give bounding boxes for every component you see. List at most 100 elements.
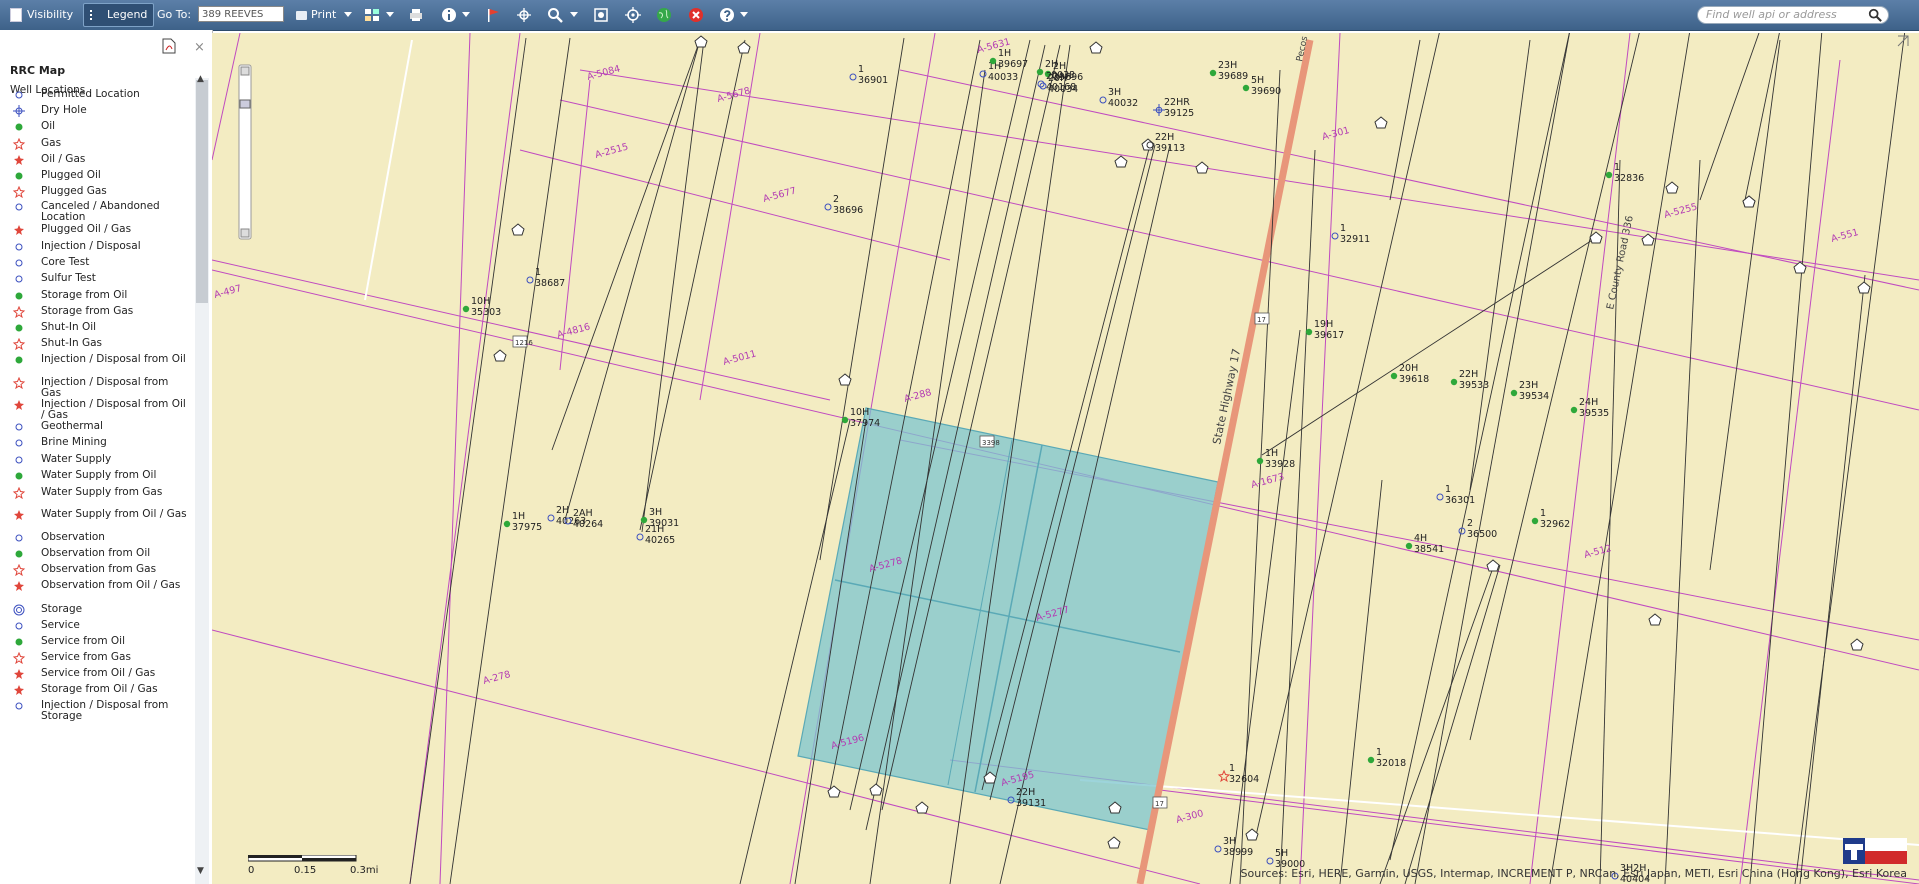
well-label: 20H — [1399, 363, 1418, 374]
dry-hole-icon — [12, 105, 26, 117]
basemap-dropdown-icon[interactable] — [386, 12, 394, 17]
well-label: 4H — [1414, 533, 1427, 544]
oil-well-icon[interactable] — [1531, 517, 1539, 525]
oil-well-icon[interactable] — [1510, 389, 1518, 397]
scale-label-end: 0.3mi — [350, 865, 378, 876]
printer-tool-icon[interactable] — [408, 7, 424, 23]
oil-well-icon[interactable] — [462, 305, 470, 313]
well-api: 39689 — [1218, 71, 1248, 82]
highway-shield-label: 17 — [1155, 800, 1164, 808]
search-input[interactable]: Find well api or address — [1697, 6, 1889, 24]
well-api: 38687 — [535, 278, 565, 289]
well-label: 22H — [1155, 132, 1174, 143]
legend-item-label: Injection / Disposal — [41, 240, 141, 252]
well-api: 32962 — [1540, 519, 1570, 530]
print-dropdown-icon[interactable] — [344, 12, 352, 17]
legend-item-label: Shut-In Gas — [41, 337, 103, 349]
legend-item-label: Water Supply from Oil / Gas — [41, 508, 187, 520]
legend-item-label: Plugged Gas — [41, 185, 107, 197]
legend-button[interactable]: Legend — [83, 3, 155, 27]
main-toolbar: Visibility Legend Go To: 389 REEVES Prin… — [0, 0, 1919, 31]
basemap-grid-icon[interactable] — [364, 7, 380, 23]
legend-item-label: Geothermal — [41, 420, 103, 432]
well-api: 40032 — [1108, 98, 1138, 109]
help-icon[interactable] — [719, 7, 735, 23]
well-api: 39113 — [1155, 143, 1185, 154]
print-button[interactable]: Print — [290, 4, 342, 26]
full-extent-icon[interactable] — [593, 7, 609, 23]
oil-well-icon[interactable] — [1605, 171, 1613, 179]
zoom-in-icon[interactable] — [240, 66, 250, 76]
plugged-well-icon[interactable] — [1146, 141, 1154, 149]
oil-well-icon[interactable] — [841, 416, 849, 424]
locate-target-icon[interactable] — [625, 7, 641, 23]
oil-well-icon[interactable] — [989, 57, 997, 65]
legend-item-label: Service from Oil — [41, 635, 126, 647]
well-label: 2H — [556, 505, 569, 516]
flag-icon[interactable] — [485, 7, 501, 23]
well-api: 39618 — [1399, 374, 1429, 385]
zoom-slider[interactable] — [238, 64, 252, 240]
oil-well-icon[interactable] — [1305, 328, 1313, 336]
well-api: 32911 — [1340, 234, 1370, 245]
legend-item-label: Service — [41, 619, 80, 631]
oil-well-icon[interactable] — [503, 520, 511, 528]
well-api: 39125 — [1164, 108, 1194, 119]
injection-oil-gas-icon — [12, 399, 26, 411]
oil-well-icon[interactable] — [1405, 542, 1413, 550]
crosshair-icon[interactable] — [516, 7, 532, 23]
search-icon[interactable] — [1868, 8, 1882, 22]
oil-well-icon[interactable] — [640, 516, 648, 524]
pdf-export-icon[interactable] — [162, 38, 176, 54]
observation-icon — [12, 532, 26, 544]
zoom-out-icon[interactable] — [240, 228, 250, 238]
legend-scrollbar[interactable] — [195, 78, 209, 884]
info-dropdown-icon[interactable] — [462, 12, 470, 17]
zoom-handle[interactable] — [239, 99, 251, 109]
zoom-icon[interactable] — [547, 7, 563, 23]
well-api: 32836 — [1614, 173, 1644, 184]
goto-input[interactable]: 389 REEVES — [198, 6, 284, 22]
zoom-dropdown-icon[interactable] — [570, 12, 578, 17]
scroll-down-icon[interactable]: ▼ — [197, 866, 204, 876]
goto-label: Go To: — [157, 8, 192, 21]
oil-well-icon[interactable] — [1242, 84, 1250, 92]
globe-icon[interactable] — [656, 7, 672, 23]
info-icon[interactable] — [441, 7, 457, 23]
map-canvas[interactable]: A-5084A-5678A-2515A-5677A-497A-4816A-501… — [212, 33, 1919, 884]
oil-well-icon[interactable] — [1036, 68, 1044, 76]
well-label: 1 — [1340, 223, 1346, 234]
legend-item-label: Service from Oil / Gas — [41, 667, 156, 679]
service-oil-gas-icon — [12, 668, 26, 680]
map-view[interactable]: A-5084 A-5678 A-2515 A-5677 A-497 A-4816 A-501… — [212, 33, 1919, 884]
oil-well-icon[interactable] — [1367, 756, 1375, 764]
well-label: 24H — [1579, 397, 1598, 408]
oil-well-icon[interactable] — [1390, 372, 1398, 380]
well-api: 38696 — [833, 205, 863, 216]
legend-item-label: Water Supply from Gas — [41, 486, 163, 498]
help-dropdown-icon[interactable] — [740, 12, 748, 17]
injection-oil-icon — [12, 354, 26, 366]
oil-well-icon[interactable] — [1209, 69, 1217, 77]
well-label: 1 — [535, 267, 541, 278]
well-label: 22HR — [1164, 97, 1190, 108]
oil-well-icon[interactable] — [1570, 406, 1578, 414]
scroll-up-icon[interactable]: ▲ — [197, 74, 204, 84]
oil-well-icon[interactable] — [1450, 378, 1458, 386]
visibility-button[interactable]: Visibility — [4, 4, 79, 26]
oil-well-icon[interactable] — [1256, 457, 1264, 465]
legend-list-icon — [90, 10, 102, 20]
injection-storage-icon — [12, 700, 26, 712]
well-api: 39617 — [1314, 330, 1344, 341]
legend-item-label: Gas — [41, 137, 62, 149]
legend-scroll-thumb[interactable] — [196, 80, 208, 303]
plugged-oil-icon — [12, 170, 26, 182]
legend-item-label: Observation from Gas — [41, 563, 157, 575]
legend-close-icon[interactable]: × — [194, 40, 205, 55]
clear-icon[interactable] — [688, 7, 704, 23]
well-api: 39697 — [998, 59, 1028, 70]
well-api: 40033 — [988, 72, 1018, 83]
well-api: 38999 — [1223, 847, 1253, 858]
well-label: 1 — [1229, 763, 1235, 774]
legend-item-label: Injection / Disposal from Gas — [41, 376, 169, 399]
